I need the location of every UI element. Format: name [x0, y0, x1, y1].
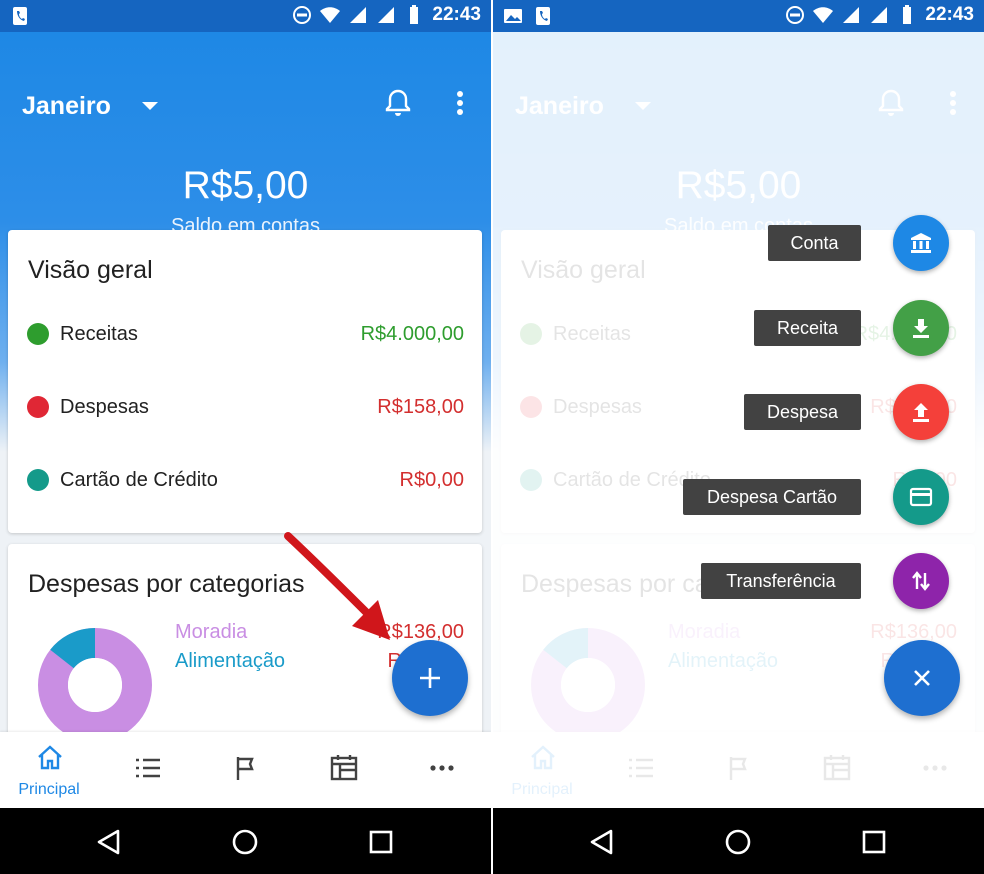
nav-calendar[interactable]: [294, 732, 392, 808]
overview-row-cartao[interactable]: Cartão de Crédito R$0,00: [8, 465, 482, 495]
nav-principal[interactable]: Principal: [0, 732, 98, 808]
speed-dial-despesa-button[interactable]: [893, 384, 949, 440]
calendar-icon: [330, 755, 358, 781]
credit-card-dot: [27, 469, 49, 491]
more-vert-icon[interactable]: [448, 90, 472, 116]
bank-icon: [911, 233, 931, 253]
overview-title: Visão geral: [28, 256, 153, 284]
speed-dial-transferencia[interactable]: Transferência: [493, 551, 984, 611]
overview-label: Despesas: [60, 396, 149, 418]
nav-principal-label: Principal: [18, 781, 80, 798]
overview-row-despesas[interactable]: Despesas R$158,00: [8, 392, 482, 422]
overview-value: R$158,00: [377, 396, 464, 418]
clock: 22:43: [925, 4, 974, 25]
home-icon: [38, 745, 62, 770]
expense-dot: [27, 396, 49, 418]
status-bar: 22:43: [493, 0, 984, 32]
speed-dial-receita-button[interactable]: [893, 300, 949, 356]
overview-label: Cartão de Crédito: [60, 469, 218, 491]
speed-dial-conta[interactable]: Conta: [493, 213, 984, 273]
speed-dial-label[interactable]: Despesa Cartão: [683, 479, 861, 515]
speed-dial-label[interactable]: Conta: [768, 225, 861, 261]
speed-dial-label[interactable]: Transferência: [701, 563, 861, 599]
home-circle-icon[interactable]: [723, 827, 753, 857]
speed-dial-despesa[interactable]: Despesa: [493, 382, 984, 442]
bottom-navigation: Principal: [0, 732, 491, 808]
status-bar: 22:43: [0, 0, 491, 32]
signal-2-icon: [378, 7, 395, 23]
category-donut-chart: [38, 628, 152, 742]
nav-goals[interactable]: [196, 732, 294, 808]
screen-speed-dial: 22:43 Janeiro R$5,00 Saldo em contas Vis…: [493, 0, 984, 874]
close-fab-button[interactable]: [884, 640, 960, 716]
recents-icon[interactable]: [859, 827, 889, 857]
wifi-icon: [320, 7, 341, 23]
system-navigation-bar: [493, 808, 984, 874]
phone-notification-icon: [536, 7, 550, 25]
upload-icon: [913, 403, 929, 422]
speed-dial-receita[interactable]: Receita: [493, 298, 984, 358]
back-icon[interactable]: [587, 827, 617, 857]
close-icon: [914, 670, 930, 686]
list-icon: [136, 758, 160, 778]
signal-2-icon: [871, 7, 888, 23]
bell-icon[interactable]: [384, 88, 412, 118]
speed-dial-despesa-cartao[interactable]: Despesa Cartão: [493, 467, 984, 527]
screen-main: 22:43 Janeiro R$5,00 Saldo em contas Vis…: [0, 0, 491, 874]
system-navigation-bar: [0, 808, 491, 874]
battery-icon: [410, 5, 419, 24]
signal-icon: [350, 7, 367, 23]
clock: 22:43: [432, 4, 481, 25]
wifi-icon: [813, 7, 834, 23]
speed-dial-conta-button[interactable]: [893, 215, 949, 271]
battery-icon: [903, 5, 912, 24]
month-selector[interactable]: Janeiro: [22, 92, 111, 121]
overview-card[interactable]: Visão geral Receitas R$4.000,00 Despesas…: [8, 230, 482, 533]
speed-dial-despesa-cartao-button[interactable]: [893, 469, 949, 525]
recents-icon[interactable]: [366, 827, 396, 857]
nav-transactions[interactable]: [98, 732, 196, 808]
categories-title: Despesas por categorias: [28, 570, 305, 598]
overview-row-receitas[interactable]: Receitas R$4.000,00: [8, 319, 482, 349]
home-circle-icon[interactable]: [230, 827, 260, 857]
overview-value: R$4.000,00: [360, 323, 464, 345]
chevron-down-icon[interactable]: [142, 102, 158, 110]
category-label-moradia: Moradia: [175, 621, 248, 643]
more-icon: [430, 765, 454, 771]
flag-icon: [236, 757, 254, 780]
credit-card-icon: [909, 487, 933, 507]
phone-notification-icon: [13, 7, 27, 25]
do-not-disturb-icon: [293, 6, 312, 24]
back-icon[interactable]: [94, 827, 124, 857]
add-fab-button[interactable]: [392, 640, 468, 716]
balance-value: R$5,00: [182, 164, 309, 207]
speed-dial-label[interactable]: Despesa: [744, 394, 861, 430]
speed-dial-label[interactable]: Receita: [754, 310, 861, 346]
income-dot: [27, 323, 49, 345]
red-arrow-annotation: [284, 532, 390, 640]
transfer-icon: [912, 571, 930, 591]
category-label-alimentacao: Alimentação: [175, 650, 286, 672]
download-icon: [913, 319, 929, 338]
signal-icon: [843, 7, 860, 23]
plus-icon: [420, 668, 440, 688]
overview-label: Receitas: [60, 323, 138, 345]
speed-dial-transferencia-button[interactable]: [893, 553, 949, 609]
do-not-disturb-icon: [786, 6, 805, 24]
image-notification-icon: [504, 9, 522, 23]
nav-more[interactable]: [392, 732, 490, 808]
overview-value: R$0,00: [399, 469, 465, 491]
